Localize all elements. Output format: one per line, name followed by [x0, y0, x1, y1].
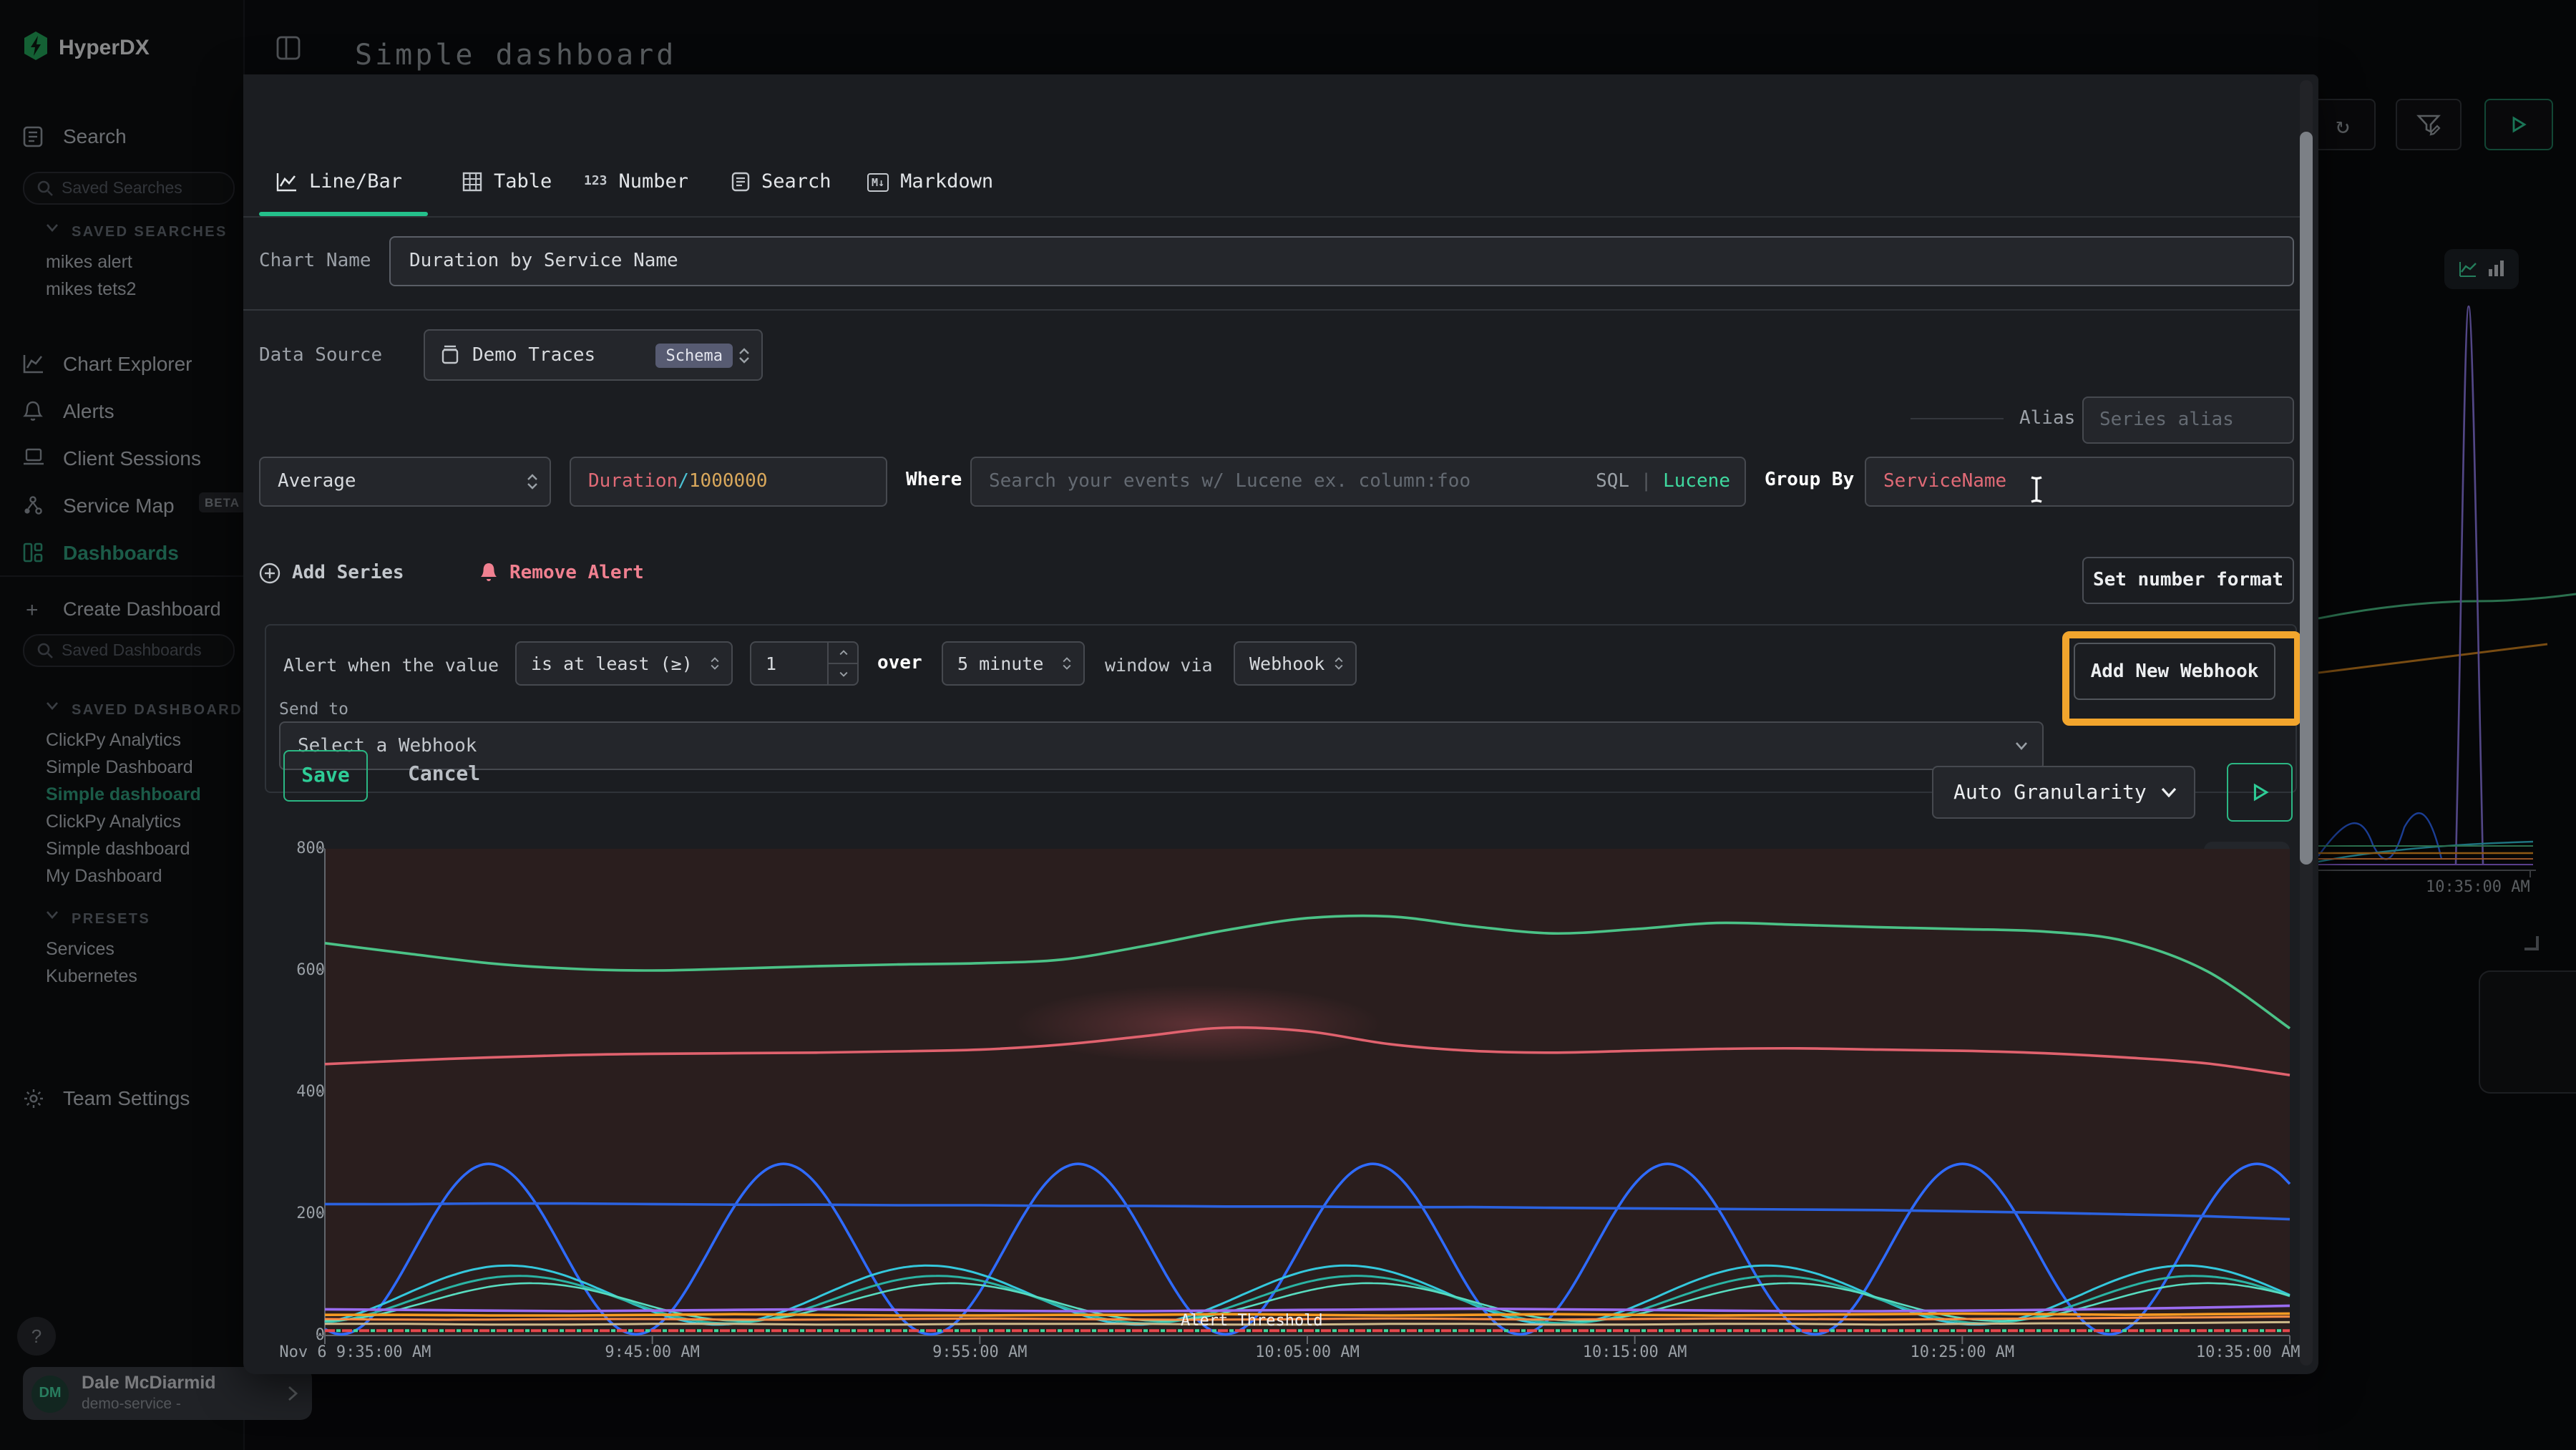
select-chevrons-icon: [1334, 657, 1344, 670]
text-cursor-icon: [2029, 475, 2044, 504]
tab-number[interactable]: 123 Number: [584, 163, 688, 200]
expression-operator: /: [678, 471, 689, 492]
expression-number: 1000000: [689, 471, 768, 492]
save-button[interactable]: Save: [283, 750, 368, 802]
group-by-label: Group By: [1765, 469, 1854, 491]
data-source-label: Data Source: [259, 345, 382, 366]
expression-input[interactable]: Duration/1000000: [570, 457, 887, 507]
plus-circle-icon: [259, 563, 280, 584]
webhook-select[interactable]: Select a Webhook: [279, 721, 2044, 770]
alias-input[interactable]: Series alias: [2082, 396, 2294, 444]
schema-badge: Schema: [656, 343, 733, 367]
play-icon: [2250, 783, 2269, 802]
tab-label: Number: [619, 170, 689, 193]
x-axis-labels: Nov 6 9:35:00 AM9:45:00 AM9:55:00 AM10:0…: [325, 1343, 2290, 1366]
scrollbar-thumb[interactable]: [2300, 132, 2313, 865]
section-divider: [243, 309, 2304, 311]
lucene-toggle[interactable]: Lucene: [1663, 471, 1730, 492]
data-source-value: Demo Traces: [472, 344, 595, 366]
x-tick-label: 10:15:00 AM: [1583, 1343, 1687, 1361]
alias-connector-line: [1911, 418, 2004, 419]
select-chevrons-icon: [1062, 657, 1072, 670]
x-tick-label: 9:55:00 AM: [932, 1343, 1027, 1361]
bell-icon: [479, 563, 498, 584]
alert-prefix-text: Alert when the value: [283, 654, 499, 676]
run-chart-button[interactable]: [2227, 763, 2293, 822]
table-icon: [462, 172, 482, 192]
markdown-icon: M↓: [867, 172, 889, 191]
alias-label: Alias: [2019, 408, 2075, 429]
aggregation-select[interactable]: Average: [259, 457, 551, 507]
tab-label: Table: [494, 170, 552, 193]
line-chart-icon: [276, 172, 298, 192]
x-tick-label: 10:25:00 AM: [1910, 1343, 2014, 1361]
tab-search[interactable]: Search: [731, 163, 831, 200]
x-tick-label: 10:35:00 AM: [2196, 1343, 2301, 1361]
where-label: Where: [906, 469, 962, 491]
over-label: over: [877, 653, 922, 674]
chart-plot-area[interactable]: Alert Threshold: [325, 849, 2290, 1335]
number-123-icon: 123: [584, 175, 608, 189]
chevron-down-icon: [2161, 787, 2177, 797]
set-number-format-button[interactable]: Set number format: [2082, 557, 2294, 604]
select-chevrons-icon: [710, 657, 720, 670]
window-via-label: window via: [1105, 654, 1213, 676]
add-new-webhook-button[interactable]: Add New Webhook: [2074, 643, 2275, 700]
data-source-select[interactable]: Demo Traces Schema: [424, 329, 763, 381]
send-to-label: Send to: [279, 699, 348, 719]
tab-label: Markdown: [900, 170, 993, 193]
alert-threshold-label: Alert Threshold: [1181, 1310, 1323, 1329]
search-list-icon: [731, 172, 750, 192]
chart-name-input[interactable]: Duration by Service Name: [389, 236, 2294, 286]
tabs-border: [243, 216, 2304, 218]
x-tick-label: 10:05:00 AM: [1255, 1343, 1360, 1361]
where-search-input[interactable]: Search your events w/ Lucene ex. column:…: [970, 457, 1746, 507]
number-stepper[interactable]: [827, 643, 857, 684]
tab-label: Search: [761, 170, 831, 193]
alert-window-select[interactable]: 5 minute: [942, 641, 1085, 686]
tab-table[interactable]: Table: [462, 163, 552, 200]
add-series-button[interactable]: Add Series: [259, 563, 404, 584]
select-chevrons-icon: [527, 474, 538, 490]
group-by-input[interactable]: ServiceName: [1865, 457, 2294, 507]
x-tick-label: 9:45:00 AM: [605, 1343, 699, 1361]
chevron-down-icon: [2015, 741, 2028, 750]
tab-markdown[interactable]: M↓ Markdown: [867, 163, 993, 200]
tab-label: Line/Bar: [309, 170, 402, 193]
y-axis-labels: 0200400600800: [258, 849, 325, 1335]
remove-alert-button[interactable]: Remove Alert: [479, 563, 644, 584]
granularity-select[interactable]: Auto Granularity: [1932, 766, 2195, 819]
alert-value-input[interactable]: 1: [750, 641, 859, 686]
chart-name-label: Chart Name: [259, 250, 371, 272]
database-icon: [441, 345, 459, 365]
sql-toggle[interactable]: SQL: [1596, 471, 1629, 492]
x-tick-label: Nov 6 9:35:00 AM: [279, 1343, 431, 1361]
tab-line-bar[interactable]: Line/Bar: [276, 163, 402, 200]
modal-scrollbar[interactable]: [2300, 80, 2313, 1366]
chart-editor-modal: Line/Bar Table 123 Number Search M↓ Mark…: [243, 74, 2318, 1374]
cancel-button[interactable]: Cancel: [408, 763, 480, 786]
select-chevrons-icon: [738, 347, 750, 363]
alert-operator-select[interactable]: is at least (≥): [515, 641, 733, 686]
alert-channel-select[interactable]: Webhook: [1234, 641, 1357, 686]
expression-field: Duration: [588, 471, 678, 492]
